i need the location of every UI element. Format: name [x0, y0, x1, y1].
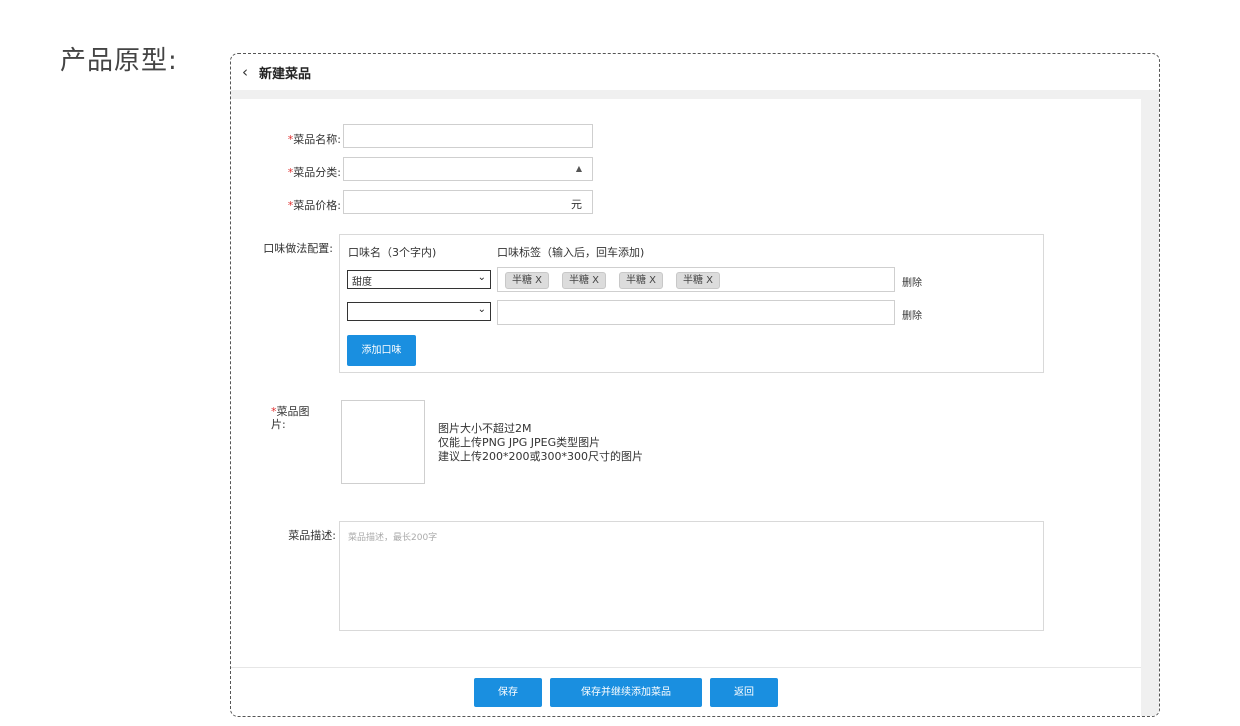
- chevron-down-icon: ⌄: [477, 304, 486, 315]
- delete-flavor-link[interactable]: 删除: [902, 307, 922, 322]
- add-flavor-button[interactable]: 添加口味: [347, 335, 416, 366]
- flavor-tag[interactable]: 半糖 X: [562, 272, 607, 289]
- back-chevron-icon[interactable]: ‹: [231, 63, 259, 81]
- page-heading: 产品原型:: [60, 46, 178, 76]
- dish-form: *菜品名称: *菜品分类: ▲ *菜品价格: 元 口味做法配置: 口味名（3个字…: [231, 99, 1141, 716]
- chevron-down-icon: ⌄: [477, 272, 486, 283]
- category-label: *菜品分类:: [287, 166, 341, 179]
- save-button[interactable]: 保存: [474, 678, 542, 707]
- flavor-config-box: 口味名（3个字内) 口味标签（输入后，回车添加) 甜度 ⌄ 半糖 X 半糖 X …: [339, 234, 1044, 373]
- delete-flavor-link[interactable]: 删除: [902, 274, 922, 289]
- flavor-config-label: 口味做法配置:: [263, 242, 333, 255]
- flavor-tags-input[interactable]: 半糖 X 半糖 X 半糖 X 半糖 X: [497, 267, 895, 292]
- price-label: *菜品价格:: [287, 199, 341, 212]
- prototype-frame: ‹ 新建菜品 *菜品名称: *菜品分类: ▲ *菜品价格: 元 口味做法配置: …: [230, 53, 1160, 717]
- dish-price-input[interactable]: 元: [343, 190, 593, 214]
- page-title: 新建菜品: [259, 66, 312, 82]
- right-gutter: [1141, 90, 1159, 716]
- form-footer: 保存 保存并继续添加菜品 返回: [231, 667, 1141, 716]
- image-label: *菜品图 片:: [271, 405, 310, 431]
- image-upload-box[interactable]: [341, 400, 425, 484]
- flavor-tag[interactable]: 半糖 X: [619, 272, 664, 289]
- back-button[interactable]: 返回: [710, 678, 778, 707]
- flavor-name-select[interactable]: 甜度 ⌄: [347, 270, 491, 289]
- page-header: ‹ 新建菜品: [231, 54, 1159, 90]
- flavor-tags-input[interactable]: [497, 300, 895, 325]
- select-updown-icon: ▲: [575, 164, 582, 173]
- description-textarea[interactable]: 菜品描述，最长200字: [339, 521, 1044, 631]
- flavor-name-select[interactable]: ⌄: [347, 302, 491, 321]
- dish-name-input[interactable]: [343, 124, 593, 148]
- image-hint: 建议上传200*200或300*300尺寸的图片: [438, 450, 643, 463]
- flavor-tags-column-header: 口味标签（输入后，回车添加): [497, 246, 645, 259]
- description-label: 菜品描述:: [288, 529, 336, 542]
- flavor-name-column-header: 口味名（3个字内): [348, 246, 437, 259]
- save-and-continue-button[interactable]: 保存并继续添加菜品: [550, 678, 702, 707]
- flavor-tag[interactable]: 半糖 X: [676, 272, 721, 289]
- dish-category-select[interactable]: ▲: [343, 157, 593, 181]
- flavor-tag[interactable]: 半糖 X: [505, 272, 550, 289]
- name-label: *菜品名称:: [287, 133, 341, 146]
- price-unit: 元: [571, 198, 582, 211]
- header-divider-band: [231, 90, 1159, 99]
- description-placeholder: 菜品描述，最长200字: [348, 533, 438, 543]
